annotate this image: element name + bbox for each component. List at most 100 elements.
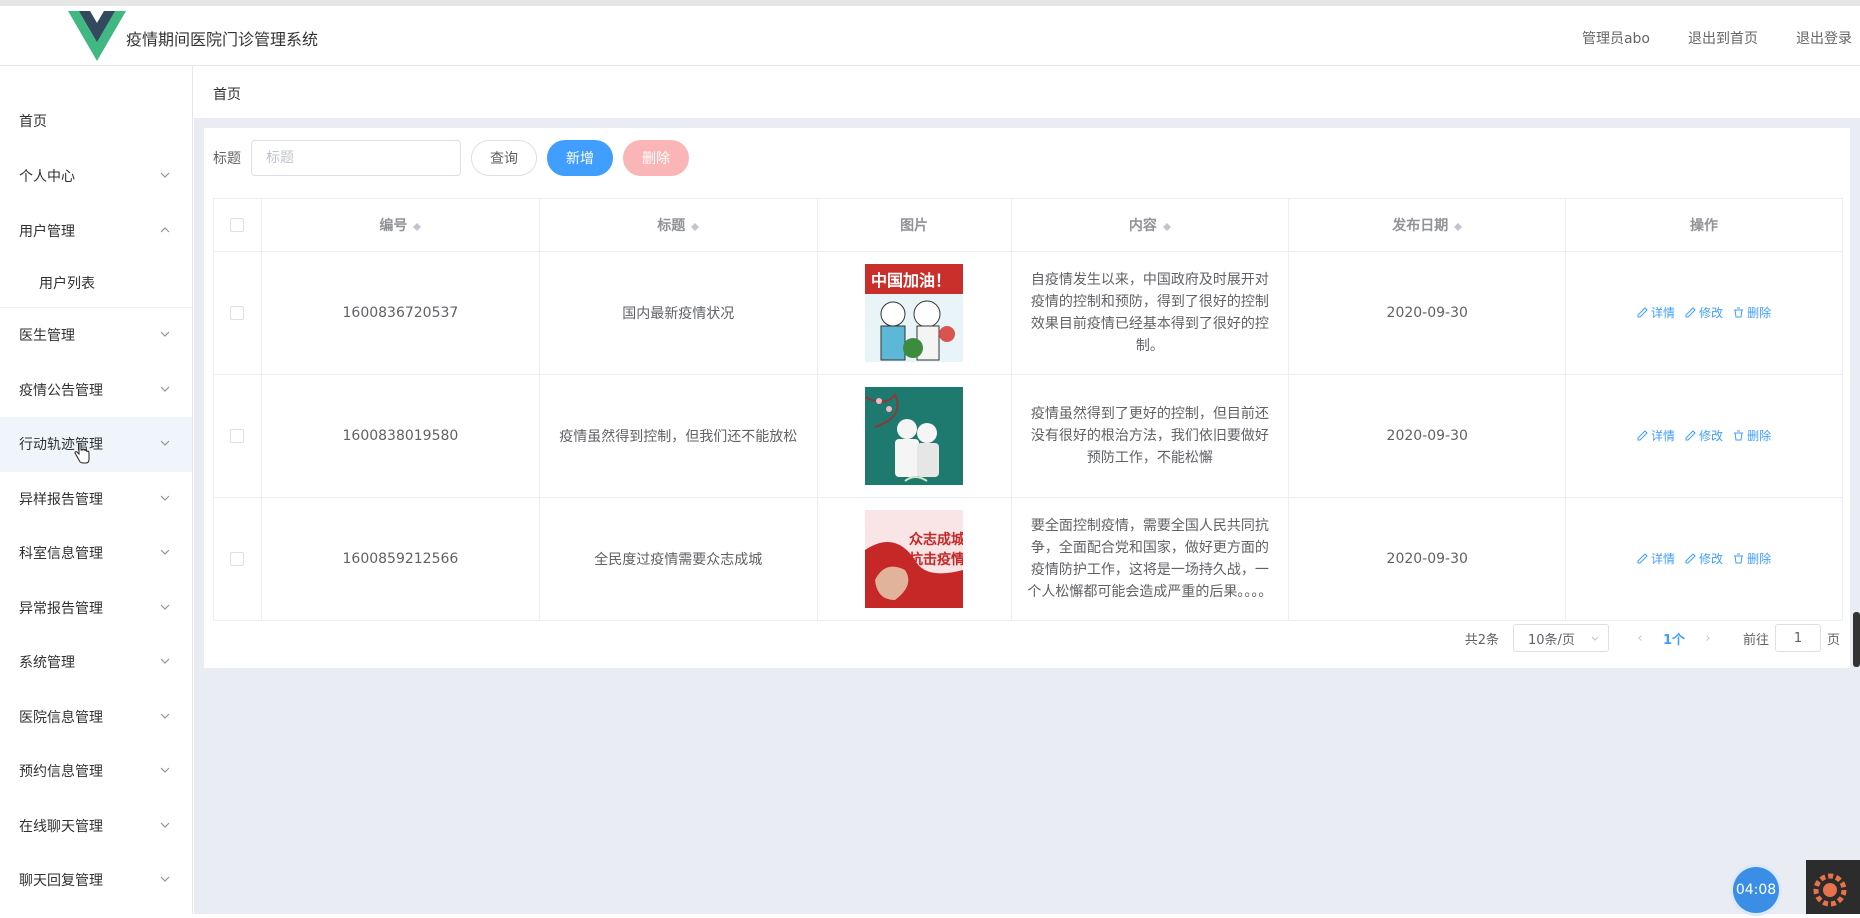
sidebar-item-label: 聊天回复管理 [19, 873, 103, 890]
sidebar-item-label: 异样报告管理 [19, 491, 103, 508]
cell-id: 1600836720537 [261, 251, 540, 375]
current-page[interactable]: 1个 [1655, 629, 1693, 648]
image-caption: 中国加油！ [871, 271, 951, 290]
cell-image: 众志成城 抗击疫情 [817, 497, 1012, 621]
cell-date: 2020-09-30 [1288, 497, 1567, 621]
chevron-down-icon [160, 767, 170, 774]
sidebar-item-chat-reply[interactable]: 聊天回复管理 [0, 853, 192, 908]
sidebar-item-doctor-management[interactable]: 医生管理 [0, 308, 192, 363]
page-size-select[interactable]: 10条/页 [1512, 624, 1609, 652]
notice-image[interactable]: 中国加油！ [865, 264, 964, 362]
sidebar-item-user-management[interactable]: 用户管理 [0, 204, 192, 259]
sidebar-item-trajectory[interactable]: 行动轨迹管理 [0, 417, 192, 472]
notice-image[interactable] [865, 387, 964, 485]
query-button[interactable]: 查询 [471, 140, 537, 176]
cell-actions: 详情 修改 删除 [1565, 497, 1843, 621]
sort-icon[interactable] [1454, 219, 1463, 233]
next-page-button[interactable]: › [1693, 631, 1723, 646]
trash-icon [1734, 307, 1744, 318]
sidebar-item-epidemic-notice[interactable]: 疫情公告管理 [0, 363, 192, 418]
detail-button[interactable]: 详情 [1637, 550, 1675, 567]
sidebar-item-label: 行动轨迹管理 [19, 437, 103, 454]
goto-page-input[interactable] [1774, 624, 1821, 652]
sidebar-item-appointment[interactable]: 预约信息管理 [0, 744, 192, 799]
sidebar-item-department[interactable]: 科室信息管理 [0, 526, 192, 581]
breadcrumb[interactable]: 首页 [213, 84, 241, 104]
back-home-link[interactable]: 退出到首页 [1688, 28, 1758, 48]
chevron-down-icon [160, 713, 170, 719]
column-header-title[interactable]: 标题 [539, 198, 818, 252]
cell-actions: 详情 修改 删除 [1565, 374, 1843, 498]
sidebar-item-abnormal-report-b[interactable]: 异常报告管理 [0, 581, 192, 636]
prev-page-button[interactable]: ‹ [1625, 631, 1655, 646]
edit-button[interactable]: 修改 [1685, 427, 1723, 444]
breadcrumb-bar: 首页 [194, 66, 1860, 118]
edit-icon [1637, 553, 1648, 564]
notice-image[interactable]: 众志成城 抗击疫情 [865, 510, 964, 608]
sort-icon[interactable] [413, 219, 422, 233]
add-button[interactable]: 新增 [547, 140, 613, 176]
recording-timer[interactable]: 04:08 [1733, 867, 1779, 913]
column-header-id[interactable]: 编号 [261, 198, 540, 252]
table-row: 1600859212566 全民度过疫情需要众志成城 众志成城 抗击疫情 要全面… [213, 497, 1843, 621]
cell-id: 1600859212566 [261, 497, 540, 621]
delete-row-button[interactable]: 删除 [1733, 427, 1771, 444]
cell-date: 2020-09-30 [1288, 374, 1567, 498]
sort-icon[interactable] [691, 219, 700, 233]
chevron-down-icon [160, 172, 170, 179]
cell-title: 疫情虽然得到控制，但我们还不能放松 [539, 374, 818, 498]
admin-label[interactable]: 管理员abo [1582, 28, 1650, 48]
chevron-down-icon [160, 822, 170, 828]
sidebar-item-label: 预约信息管理 [19, 764, 103, 781]
detail-button[interactable]: 详情 [1637, 304, 1675, 321]
sort-icon[interactable] [1162, 219, 1171, 233]
header-links: 管理员abo 退出到首页 退出登录 [1582, 28, 1852, 48]
column-header-actions: 操作 [1565, 198, 1843, 252]
sidebar-item-hospital-info[interactable]: 医院信息管理 [0, 690, 192, 745]
edit-button[interactable]: 修改 [1685, 304, 1723, 321]
total-count: 共2条 [1464, 632, 1499, 648]
column-header-image: 图片 [817, 198, 1012, 252]
table-header-row: 编号 标题 图片 内容 发布日期 操作 [213, 198, 1843, 252]
row-checkbox[interactable] [230, 306, 245, 320]
delete-button[interactable]: 删除 [623, 140, 689, 176]
scroll-handle[interactable] [1853, 612, 1860, 667]
sidebar-item-home[interactable]: 首页 [0, 93, 192, 149]
select-all-cell [213, 198, 262, 252]
pagination: 共2条 10条/页 ‹ 1个 › 前往 页 [1465, 624, 1840, 652]
sidebar-item-label: 首页 [19, 114, 47, 130]
delete-row-button[interactable]: 删除 [1733, 550, 1771, 567]
delete-row-button[interactable]: 删除 [1733, 304, 1771, 321]
logout-link[interactable]: 退出登录 [1796, 28, 1852, 48]
sidebar-item-label: 科室信息管理 [19, 546, 103, 563]
sidebar: 首页 个人中心 用户管理 用户列表 医生管理 疫情公告管理 行动轨迹管理 异样报… [0, 66, 193, 914]
column-header-date[interactable]: 发布日期 [1288, 198, 1567, 252]
edit-icon [1685, 430, 1696, 441]
sidebar-subitem-user-list[interactable]: 用户列表 [0, 258, 192, 308]
hand-cursor-icon [74, 443, 90, 464]
sidebar-item-online-chat[interactable]: 在线聊天管理 [0, 799, 192, 854]
recorder-widget[interactable] [1806, 860, 1860, 914]
notice-table: 编号 标题 图片 内容 发布日期 操作 1600836720537 国内最新疫情… [213, 198, 1843, 621]
page-size-value: 10条/页 [1527, 632, 1575, 648]
select-all-checkbox[interactable] [230, 218, 245, 232]
row-checkbox[interactable] [230, 429, 245, 443]
trash-icon [1734, 430, 1744, 441]
sidebar-item-personal-center[interactable]: 个人中心 [0, 149, 192, 204]
list-card: 标题 查询 新增 删除 编号 标题 图片 内容 发布日期 操作 [204, 128, 1850, 668]
sidebar-item-system[interactable]: 系统管理 [0, 635, 192, 690]
page-jumper: 前往 页 [1743, 624, 1840, 652]
detail-button[interactable]: 详情 [1637, 427, 1675, 444]
cell-title: 国内最新疫情状况 [539, 251, 818, 375]
title-search-input[interactable] [251, 140, 461, 176]
goto-prefix: 前往 [1742, 632, 1769, 648]
edit-button[interactable]: 修改 [1685, 550, 1723, 567]
chevron-down-icon [160, 549, 170, 556]
column-header-content[interactable]: 内容 [1011, 198, 1290, 252]
chevron-down-icon [160, 876, 170, 883]
row-checkbox[interactable] [230, 552, 245, 566]
chevron-down-icon [160, 604, 170, 610]
sidebar-item-abnormal-report-a[interactable]: 异样报告管理 [0, 472, 192, 527]
image-caption: 抗击疫情 [909, 551, 963, 568]
gear-icon [1813, 873, 1847, 907]
